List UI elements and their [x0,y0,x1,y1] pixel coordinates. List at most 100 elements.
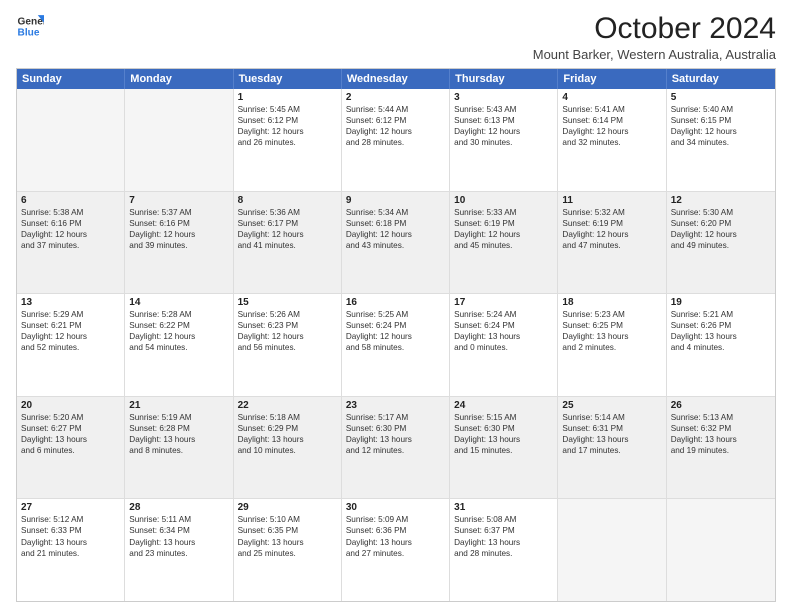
day-number: 19 [671,297,771,308]
calendar-cell: 20Sunrise: 5:20 AMSunset: 6:27 PMDayligh… [17,397,125,499]
cell-line: and 0 minutes. [454,342,553,353]
cell-line: and 41 minutes. [238,240,337,251]
cell-line: Sunrise: 5:10 AM [238,514,337,525]
calendar-cell: 7Sunrise: 5:37 AMSunset: 6:16 PMDaylight… [125,192,233,294]
subtitle: Mount Barker, Western Australia, Austral… [533,47,776,62]
header-saturday: Saturday [667,69,775,89]
calendar-cell: 14Sunrise: 5:28 AMSunset: 6:22 PMDayligh… [125,294,233,396]
cell-line: Daylight: 12 hours [346,229,445,240]
cell-line: Daylight: 12 hours [562,229,661,240]
day-number: 10 [454,195,553,206]
cell-line: and 54 minutes. [129,342,228,353]
day-number: 24 [454,400,553,411]
cell-line: Sunrise: 5:11 AM [129,514,228,525]
cell-line: Sunset: 6:19 PM [454,218,553,229]
cell-line: Daylight: 13 hours [129,434,228,445]
cell-line: Daylight: 13 hours [21,537,120,548]
cell-line: and 21 minutes. [21,548,120,559]
cell-line: Sunset: 6:23 PM [238,320,337,331]
header-monday: Monday [125,69,233,89]
cell-line: Sunrise: 5:43 AM [454,104,553,115]
cell-line: Sunrise: 5:28 AM [129,309,228,320]
calendar-cell: 3Sunrise: 5:43 AMSunset: 6:13 PMDaylight… [450,89,558,191]
cell-line: and 45 minutes. [454,240,553,251]
day-number: 30 [346,502,445,513]
calendar-cell: 18Sunrise: 5:23 AMSunset: 6:25 PMDayligh… [558,294,666,396]
calendar-row-1: 1Sunrise: 5:45 AMSunset: 6:12 PMDaylight… [17,89,775,192]
calendar-cell: 2Sunrise: 5:44 AMSunset: 6:12 PMDaylight… [342,89,450,191]
calendar-cell: 25Sunrise: 5:14 AMSunset: 6:31 PMDayligh… [558,397,666,499]
cell-line: Daylight: 12 hours [346,331,445,342]
cell-line: and 34 minutes. [671,137,771,148]
cell-line: Daylight: 12 hours [671,229,771,240]
calendar-cell: 12Sunrise: 5:30 AMSunset: 6:20 PMDayligh… [667,192,775,294]
cell-line: Daylight: 12 hours [129,331,228,342]
cell-line: Sunrise: 5:08 AM [454,514,553,525]
day-number: 2 [346,92,445,103]
cell-line: Sunset: 6:34 PM [129,525,228,536]
day-number: 7 [129,195,228,206]
cell-line: Sunset: 6:25 PM [562,320,661,331]
cell-line: and 6 minutes. [21,445,120,456]
cell-line: and 10 minutes. [238,445,337,456]
calendar-cell: 26Sunrise: 5:13 AMSunset: 6:32 PMDayligh… [667,397,775,499]
cell-line: Daylight: 13 hours [562,434,661,445]
cell-line: Sunrise: 5:15 AM [454,412,553,423]
cell-line: Sunset: 6:35 PM [238,525,337,536]
calendar-cell [667,499,775,601]
calendar-cell [17,89,125,191]
calendar-cell: 6Sunrise: 5:38 AMSunset: 6:16 PMDaylight… [17,192,125,294]
cell-line: and 25 minutes. [238,548,337,559]
cell-line: Sunrise: 5:36 AM [238,207,337,218]
cell-line: Daylight: 13 hours [671,434,771,445]
calendar-cell: 13Sunrise: 5:29 AMSunset: 6:21 PMDayligh… [17,294,125,396]
cell-line: Daylight: 12 hours [238,229,337,240]
calendar-cell: 27Sunrise: 5:12 AMSunset: 6:33 PMDayligh… [17,499,125,601]
cell-line: Daylight: 12 hours [129,229,228,240]
cell-line: Sunset: 6:33 PM [21,525,120,536]
cell-line: Sunset: 6:19 PM [562,218,661,229]
cell-line: Sunrise: 5:24 AM [454,309,553,320]
day-number: 29 [238,502,337,513]
cell-line: Sunrise: 5:33 AM [454,207,553,218]
day-number: 8 [238,195,337,206]
header-thursday: Thursday [450,69,558,89]
cell-line: Sunrise: 5:45 AM [238,104,337,115]
header-friday: Friday [558,69,666,89]
calendar-header: Sunday Monday Tuesday Wednesday Thursday… [17,69,775,89]
calendar-cell: 30Sunrise: 5:09 AMSunset: 6:36 PMDayligh… [342,499,450,601]
cell-line: Sunset: 6:15 PM [671,115,771,126]
cell-line: and 8 minutes. [129,445,228,456]
calendar-cell: 31Sunrise: 5:08 AMSunset: 6:37 PMDayligh… [450,499,558,601]
cell-line: and 43 minutes. [346,240,445,251]
calendar-row-5: 27Sunrise: 5:12 AMSunset: 6:33 PMDayligh… [17,499,775,601]
calendar-cell [125,89,233,191]
day-number: 25 [562,400,661,411]
cell-line: Sunset: 6:16 PM [21,218,120,229]
cell-line: and 2 minutes. [562,342,661,353]
calendar-cell: 4Sunrise: 5:41 AMSunset: 6:14 PMDaylight… [558,89,666,191]
cell-line: and 49 minutes. [671,240,771,251]
calendar-cell: 28Sunrise: 5:11 AMSunset: 6:34 PMDayligh… [125,499,233,601]
calendar-cell: 23Sunrise: 5:17 AMSunset: 6:30 PMDayligh… [342,397,450,499]
cell-line: Daylight: 12 hours [238,126,337,137]
cell-line: Daylight: 13 hours [346,434,445,445]
day-number: 16 [346,297,445,308]
cell-line: Sunset: 6:18 PM [346,218,445,229]
day-number: 21 [129,400,228,411]
calendar-cell: 16Sunrise: 5:25 AMSunset: 6:24 PMDayligh… [342,294,450,396]
cell-line: Sunrise: 5:20 AM [21,412,120,423]
cell-line: Sunrise: 5:23 AM [562,309,661,320]
cell-line: Sunrise: 5:26 AM [238,309,337,320]
day-number: 23 [346,400,445,411]
cell-line: Sunrise: 5:29 AM [21,309,120,320]
day-number: 18 [562,297,661,308]
cell-line: Sunset: 6:31 PM [562,423,661,434]
cell-line: Sunset: 6:16 PM [129,218,228,229]
cell-line: Sunset: 6:30 PM [454,423,553,434]
calendar-cell: 8Sunrise: 5:36 AMSunset: 6:17 PMDaylight… [234,192,342,294]
cell-line: Sunset: 6:36 PM [346,525,445,536]
calendar-cell [558,499,666,601]
cell-line: Sunset: 6:28 PM [129,423,228,434]
cell-line: and 23 minutes. [129,548,228,559]
